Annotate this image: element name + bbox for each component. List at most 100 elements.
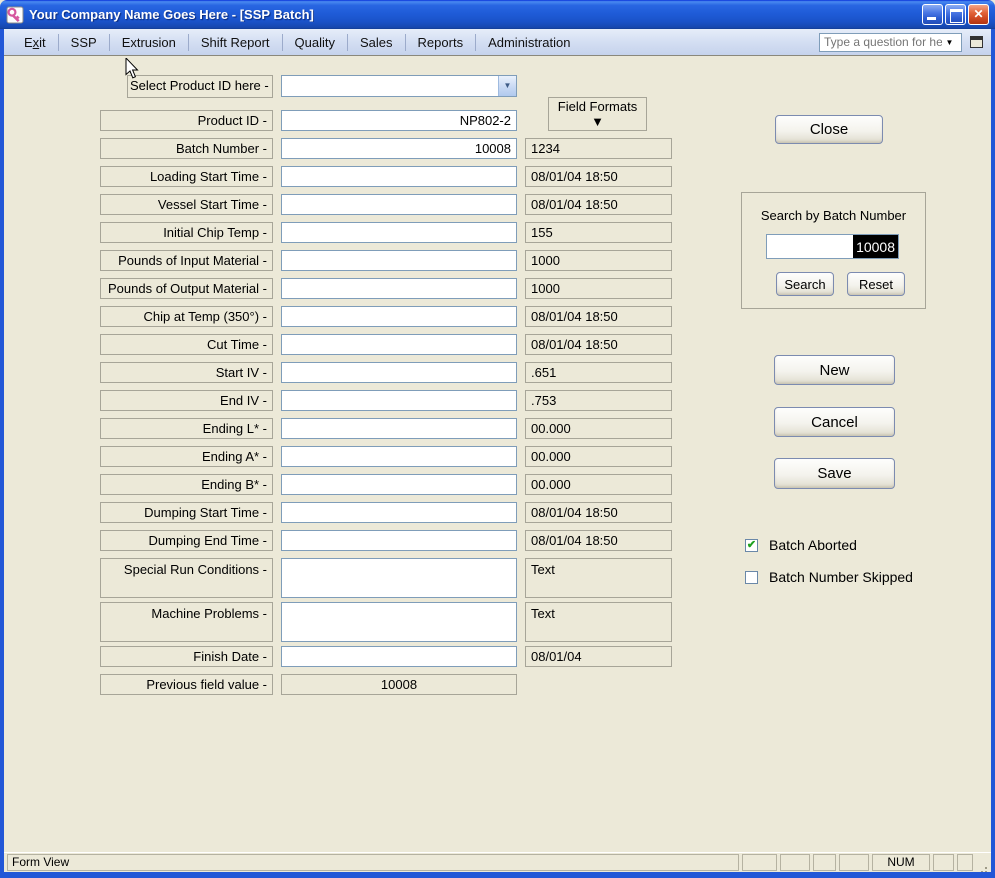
menu-item-sales[interactable]: Sales (348, 33, 405, 52)
field-input[interactable] (281, 306, 517, 327)
resize-grip[interactable] (976, 854, 988, 871)
field-format: 1000 (525, 278, 672, 299)
field-input[interactable] (281, 250, 517, 271)
field-input[interactable] (281, 362, 517, 383)
window-border-bottom (0, 872, 995, 878)
status-panel (933, 854, 954, 871)
titlebar[interactable]: Your Company Name Goes Here - [SSP Batch… (0, 0, 995, 29)
help-search-input[interactable] (824, 35, 942, 49)
field-input[interactable] (281, 418, 517, 439)
field-format: .753 (525, 390, 672, 411)
field-format: Text (525, 558, 672, 598)
reset-button[interactable]: Reset (847, 272, 905, 296)
window-border-left (0, 29, 4, 878)
field-label: Machine Problems - (100, 602, 273, 642)
field-row: Pounds of Input Material - 1000 (100, 250, 676, 271)
status-panel (839, 854, 869, 871)
field-input[interactable] (281, 390, 517, 411)
new-button[interactable]: New (774, 355, 895, 385)
field-row: Dumping Start Time - 08/01/04 18:50 (100, 502, 676, 523)
field-input[interactable] (281, 194, 517, 215)
menu-item-administration[interactable]: Administration (476, 33, 582, 52)
field-label: Loading Start Time - (100, 166, 273, 187)
field-input[interactable] (281, 602, 517, 642)
menu-item-reports[interactable]: Reports (406, 33, 476, 52)
menu-item-extrusion[interactable]: Extrusion (110, 33, 188, 52)
status-panel (957, 854, 973, 871)
field-format: 08/01/04 18:50 (525, 166, 672, 187)
menu-item-quality[interactable]: Quality (283, 33, 347, 52)
field-label: Ending L* - (100, 418, 273, 439)
field-input[interactable] (281, 138, 517, 159)
field-label: Pounds of Input Material - (100, 250, 273, 271)
field-input[interactable] (281, 558, 517, 598)
field-format: 00.000 (525, 474, 672, 495)
field-row: Vessel Start Time - 08/01/04 18:50 (100, 194, 676, 215)
search-button[interactable]: Search (776, 272, 834, 296)
batch-aborted-label[interactable]: Batch Aborted (769, 537, 857, 553)
save-button[interactable]: Save (774, 458, 895, 489)
restore-window-icon[interactable] (970, 36, 983, 48)
search-group-title: Search by Batch Number (742, 208, 925, 223)
field-input[interactable] (281, 646, 517, 667)
menu-item-ssp[interactable]: SSP (59, 33, 109, 52)
status-num-lock: NUM (872, 854, 930, 871)
field-input[interactable] (281, 502, 517, 523)
field-input[interactable] (281, 446, 517, 467)
select-product-id-label: Select Product ID here - (127, 75, 273, 98)
field-label: Batch Number - (100, 138, 273, 159)
cancel-button[interactable]: Cancel (774, 407, 895, 437)
field-row: Machine Problems - Text (100, 602, 676, 642)
minimize-button[interactable] (922, 4, 943, 25)
field-row: Previous field value - (100, 674, 676, 695)
field-input[interactable] (281, 166, 517, 187)
batch-number-skipped-label[interactable]: Batch Number Skipped (769, 569, 913, 585)
field-row: Cut Time - 08/01/04 18:50 (100, 334, 676, 355)
field-label: Special Run Conditions - (100, 558, 273, 598)
field-input[interactable] (281, 334, 517, 355)
close-button[interactable]: Close (775, 115, 883, 144)
field-label: Ending A* - (100, 446, 273, 467)
field-format: Text (525, 602, 672, 642)
product-id-combobox-value (282, 76, 498, 96)
help-search-box[interactable]: ▼ (819, 33, 962, 52)
field-label: Previous field value - (100, 674, 273, 695)
field-label: End IV - (100, 390, 273, 411)
field-label: Ending B* - (100, 474, 273, 495)
field-format: 08/01/04 18:50 (525, 306, 672, 327)
field-input[interactable] (281, 110, 517, 131)
access-app-icon (6, 6, 24, 24)
field-format: 08/01/04 18:50 (525, 334, 672, 355)
field-format: 1000 (525, 250, 672, 271)
application-window: Your Company Name Goes Here - [SSP Batch… (0, 0, 995, 878)
field-input[interactable] (281, 474, 517, 495)
field-format: .651 (525, 362, 672, 383)
field-input[interactable] (281, 674, 517, 695)
menu-item-shift-report[interactable]: Shift Report (189, 33, 282, 52)
status-panel (813, 854, 836, 871)
combobox-dropdown-icon[interactable] (498, 76, 516, 96)
help-dropdown-icon[interactable]: ▼ (942, 38, 957, 47)
field-input[interactable] (281, 530, 517, 551)
field-row: Ending L* - 00.000 (100, 418, 676, 439)
batch-aborted-checkbox[interactable]: ✔ (745, 539, 758, 552)
field-row: Ending A* - 00.000 (100, 446, 676, 467)
status-mode: Form View (7, 854, 739, 871)
field-input[interactable] (281, 222, 517, 243)
close-window-button[interactable] (968, 4, 989, 25)
field-format: 08/01/04 18:50 (525, 194, 672, 215)
field-format: 1234 (525, 138, 672, 159)
field-format: 08/01/04 18:50 (525, 530, 672, 551)
field-label: Finish Date - (100, 646, 273, 667)
field-label: Initial Chip Temp - (100, 222, 273, 243)
field-label: Start IV - (100, 362, 273, 383)
field-format: 155 (525, 222, 672, 243)
field-label: Chip at Temp (350°) - (100, 306, 273, 327)
menu-item-exit[interactable]: Exit (12, 33, 58, 52)
maximize-button[interactable] (945, 4, 966, 25)
batch-number-skipped-checkbox[interactable] (745, 571, 758, 584)
search-batch-input[interactable]: 10008 (766, 234, 899, 259)
field-row: Batch Number - 1234 (100, 138, 676, 159)
field-input[interactable] (281, 278, 517, 299)
product-id-combobox[interactable] (281, 75, 517, 97)
